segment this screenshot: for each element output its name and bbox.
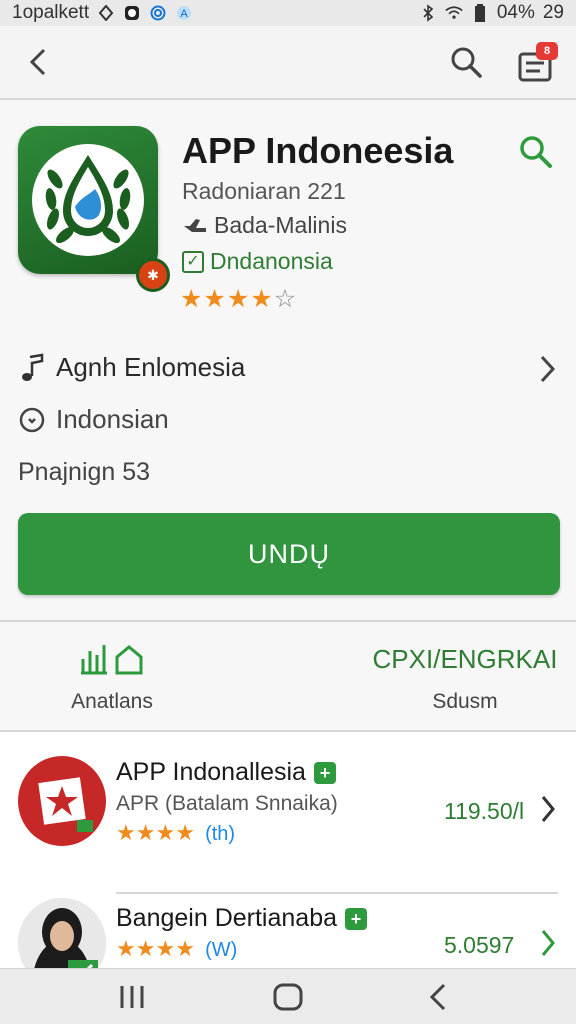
search-icon <box>451 47 482 78</box>
recents-icon <box>120 986 144 1008</box>
related-apps-list: APP Indonallesia + APR (Batalam Snnaika)… <box>0 732 576 968</box>
list-item-rating: ★★★★ (th) <box>116 820 235 846</box>
category-row: Bada-Malinis <box>182 212 347 239</box>
leaf-drop-logo-icon <box>32 144 144 256</box>
app-title: APP Indoneesia <box>182 130 454 171</box>
plus-icon: + <box>313 761 336 784</box>
hand-pointer-icon <box>184 218 206 232</box>
battery-percent: 04% <box>496 2 535 23</box>
detail-row-size: Pnajnign 53 <box>18 458 150 487</box>
notifications-button[interactable]: 8 <box>512 40 560 84</box>
star-card-icon <box>38 777 93 832</box>
app-bar: 8 <box>0 26 576 100</box>
star-icon: ★ <box>180 285 204 313</box>
app-search-button[interactable] <box>514 130 558 174</box>
stat-analytics-label: Anatlans <box>71 690 153 713</box>
chevron-right-icon <box>534 792 562 826</box>
battery-icon <box>471 4 489 22</box>
star-icon: ★ <box>226 285 251 313</box>
notification-badge: 8 <box>536 42 558 60</box>
plus-icon: + <box>345 907 367 930</box>
list-item-price: 119.50/​l <box>444 798 525 824</box>
app-list-icon <box>18 756 106 846</box>
star-icon: ★ <box>250 285 274 313</box>
home-icon <box>273 983 303 1011</box>
app-icon-badge: ✱ <box>136 258 170 292</box>
install-button[interactable]: UNDŲ <box>18 513 560 595</box>
app-list-avatar <box>18 898 106 968</box>
star-icon: ★ <box>135 936 156 961</box>
status-bar: 1opalkett A 04% 29 <box>0 0 576 26</box>
stat-category-value: CPXI/ENGRKAI <box>372 643 558 674</box>
category-label: Bada-Malinis <box>214 212 347 238</box>
star-icon: ★ <box>135 820 156 845</box>
clock: 29 <box>542 2 564 23</box>
recents-button[interactable] <box>108 979 156 1015</box>
stat-analytics[interactable]: Anatlans <box>40 640 184 714</box>
star-icon: ★ <box>155 820 176 845</box>
list-divider <box>116 892 558 894</box>
detail-row-region: Indonsian <box>18 404 169 435</box>
list-item[interactable]: APP Indonallesia + APR (Batalam Snnaika)… <box>0 752 576 894</box>
chevron-right-icon <box>536 354 558 391</box>
svg-text:A: A <box>180 8 188 20</box>
checkbox-icon: ✓ <box>182 250 204 273</box>
star-icon: ★ <box>175 936 195 961</box>
star-outline-icon: ☆ <box>273 285 298 313</box>
search-icon <box>520 136 552 168</box>
star-icon: ★ <box>116 820 136 845</box>
list-item-title: Bangein Dertianaba <box>116 904 337 932</box>
list-item-price: 5.0597 <box>444 932 515 958</box>
stat-category[interactable]: CPXI/ENGRKAI Sdusm <box>360 640 570 714</box>
settings-status-icon <box>97 4 115 22</box>
star-icon: ★ <box>203 285 227 313</box>
list-item-subtitle: APR (Batalam Snnaika) <box>116 792 338 815</box>
music-note-icon <box>22 353 44 381</box>
stats-section: Anatlans CPXI/ENGRKAI Sdusm <box>0 622 576 730</box>
detail-row-language[interactable]: Agnh Enlomesia <box>18 352 558 383</box>
list-item-title-row: Bangein Dertianaba + <box>116 904 367 933</box>
detail-row-size-label: Pnajnign 53 <box>18 458 151 486</box>
verified-label: Dndanonsia <box>210 248 333 274</box>
bluetooth-icon <box>419 4 437 22</box>
list-item[interactable]: Bangein Dertianaba + ★★★★ (W) 5.0597 <box>0 898 576 968</box>
bar-chart-icon <box>81 645 143 675</box>
app-header: ✱ APP Indoneesia Radoniaran 221 Bada-Mal… <box>0 100 576 620</box>
wifi-icon <box>445 4 463 22</box>
list-item-rating: ★★★★ (W) <box>116 936 237 962</box>
star-icon: ★ <box>116 936 136 961</box>
system-nav-bar <box>0 968 576 1024</box>
star-icon: ★ <box>155 936 176 961</box>
home-button[interactable] <box>264 979 312 1015</box>
list-item-title-row: APP Indonallesia + <box>116 758 336 787</box>
app-rating: ★★★★☆ <box>180 284 297 314</box>
stat-category-label: Sdusm <box>432 690 498 713</box>
developer-name[interactable]: Radoniaran 221 <box>182 178 346 205</box>
clock-icon <box>19 407 45 432</box>
chevron-left-icon <box>29 48 46 76</box>
search-button[interactable] <box>446 42 486 82</box>
rating-count: (th) <box>205 823 236 845</box>
back-button[interactable] <box>18 42 58 82</box>
rating-count: (W) <box>205 939 238 961</box>
person-avatar-icon <box>18 898 106 968</box>
detail-row-region-label: Indonsian <box>56 404 169 434</box>
list-item-title: APP Indonallesia <box>116 758 306 786</box>
carrier-label: 1opalkett <box>12 2 90 23</box>
chevron-right-icon <box>534 926 562 960</box>
app-icon: ✱ <box>18 126 170 292</box>
back-nav-button[interactable] <box>414 979 462 1015</box>
star-icon: ★ <box>175 820 195 845</box>
app-status-icon <box>123 4 141 22</box>
sync-status-icon <box>149 4 167 22</box>
detail-row-language-label: Agnh Enlomesia <box>56 352 246 382</box>
verified-row: ✓ Dndanonsia <box>182 248 333 275</box>
back-icon <box>429 983 446 1011</box>
account-status-icon: A <box>175 4 193 22</box>
